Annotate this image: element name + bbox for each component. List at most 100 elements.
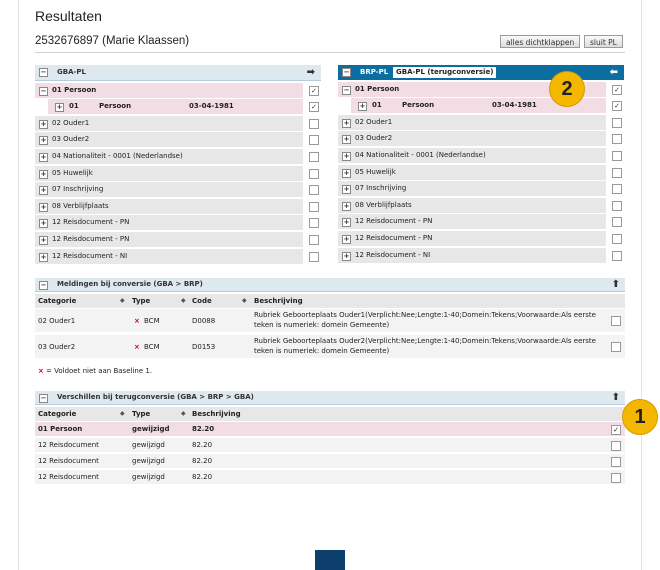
plus-box-icon[interactable]: + [342,135,351,145]
pl-category-row[interactable]: +12 Reisdocument - NI [35,248,321,264]
row-checkbox[interactable] [611,473,621,483]
row-checkbox[interactable] [309,185,319,196]
row-checkbox[interactable] [309,168,319,179]
plus-box-icon[interactable]: + [55,103,64,113]
row-checkbox[interactable] [611,457,621,467]
plus-box-icon[interactable]: + [342,151,351,161]
row-checkbox[interactable] [309,151,319,162]
row-checkbox[interactable] [612,117,622,128]
row-checkbox-checked[interactable]: ✓ [309,102,319,113]
pl-category-row[interactable]: +05 Huwelijk [338,164,624,180]
row-checkbox[interactable] [309,201,319,212]
row-checkbox[interactable] [612,134,622,145]
row-checkbox[interactable] [611,441,621,451]
pl-category-row[interactable]: +07 Inschrijving [338,181,624,197]
pl-category-row[interactable]: +12 Reisdocument - NI [338,247,624,263]
column-header[interactable]: Type [132,407,150,421]
plus-box-icon[interactable]: + [39,152,48,162]
row-checkbox[interactable] [612,217,622,228]
sort-icon[interactable]: ◆ [181,294,186,308]
row-checkbox[interactable] [612,200,622,211]
row-checkbox-checked[interactable]: ✓ [612,101,622,112]
pl-category-row[interactable]: +02 Ouder1 [35,115,321,131]
arrow-up-icon[interactable]: ⬆ [612,391,620,404]
row-checkbox[interactable] [612,184,622,195]
row-checkbox-checked[interactable]: ✓ [612,84,622,95]
column-header[interactable]: Beschrijving [192,407,241,421]
pl-category-row[interactable]: −01 Persoon ✓ [35,82,321,98]
plus-box-icon[interactable]: + [342,201,351,211]
pl-category-row[interactable]: +01 Persoon 03-04-1981 ✓ [35,99,321,115]
row-checkbox[interactable] [612,167,622,178]
pl-category-row[interactable]: +04 Nationaliteit - 0001 (Nederlandse) [338,147,624,163]
sort-icon[interactable]: ◆ [181,407,186,421]
pl-category-row[interactable]: +08 Verblijfplaats [338,197,624,213]
plus-box-icon[interactable]: + [342,218,351,228]
row-checkbox[interactable] [612,233,622,244]
pl-category-row[interactable]: +12 Reisdocument - PN [338,214,624,230]
row-checkbox[interactable] [309,251,319,262]
row-checkbox[interactable] [611,316,621,326]
pl-category-row[interactable]: +12 Reisdocument - PN [338,230,624,246]
row-checkbox-checked[interactable]: ✓ [611,425,621,435]
plus-box-icon[interactable]: + [342,168,351,178]
pl-category-row[interactable]: +12 Reisdocument - PN [35,231,321,247]
plus-box-icon[interactable]: + [342,234,351,244]
pl-category-row[interactable]: +04 Nationaliteit - 0001 (Nederlandse) [35,148,321,164]
table-row[interactable]: 03 Ouder2 × BCM D0153 Rubriek Geboorteplaats… [35,335,625,359]
row-checkbox[interactable] [309,118,319,129]
close-pl-button[interactable]: sluit PL [584,35,623,48]
plus-box-icon[interactable]: + [39,202,48,212]
table-row[interactable]: 01 Persoon gewijzigd 82.20 ✓ [35,422,625,437]
pl-category-row[interactable]: +02 Ouder1 [338,114,624,130]
sort-icon[interactable]: ◆ [120,407,125,421]
pl-category-row[interactable]: +03 Ouder2 [338,131,624,147]
plus-box-icon[interactable]: + [358,102,367,112]
arrow-right-icon[interactable]: ➡ [307,65,315,80]
row-checkbox-checked[interactable]: ✓ [309,85,319,96]
pl-category-row[interactable]: +08 Verblijfplaats [35,198,321,214]
row-checkbox[interactable] [309,234,319,245]
plus-box-icon[interactable]: + [39,186,48,196]
column-header[interactable]: Type [132,294,150,308]
table-row[interactable]: 12 Reisdocument gewijzigd 82.20 [35,470,625,485]
row-checkbox[interactable] [612,150,622,161]
row-checkbox[interactable] [309,135,319,146]
column-header[interactable]: Categorie [38,294,76,308]
arrow-left-icon[interactable]: ⬅ [610,65,618,80]
table-row[interactable]: 02 Ouder1 × BCM D0088 Rubriek Geboorteplaats… [35,309,625,333]
collapse-all-button[interactable]: alles dichtklappen [500,35,581,48]
minus-box-icon[interactable]: − [39,281,48,290]
table-row[interactable]: 12 Reisdocument gewijzigd 82.20 [35,438,625,453]
column-header[interactable]: Categorie [38,407,76,421]
column-header[interactable]: Beschrijving [254,294,303,308]
sort-icon[interactable]: ◆ [120,294,125,308]
plus-box-icon[interactable]: + [39,235,48,245]
pl-category-row[interactable]: +01 Persoon 03-04-1981 ✓ [338,98,624,114]
plus-box-icon[interactable]: + [342,118,351,128]
arrow-up-icon[interactable]: ⬆ [612,278,620,291]
minus-box-icon[interactable]: − [39,68,48,77]
minus-box-icon[interactable]: − [342,68,351,77]
pl-category-row[interactable]: +05 Huwelijk [35,165,321,181]
plus-box-icon[interactable]: + [39,136,48,146]
minus-box-icon[interactable]: − [342,85,351,95]
plus-box-icon[interactable]: + [342,251,351,261]
pl-category-row[interactable]: +07 Inschrijving [35,182,321,198]
minus-box-icon[interactable]: − [39,86,48,96]
plus-box-icon[interactable]: + [39,219,48,229]
plus-box-icon[interactable]: + [342,185,351,195]
row-checkbox[interactable] [309,218,319,229]
tab-terugconversie[interactable]: GBA-PL (terugconversie) [393,67,497,78]
row-checkbox[interactable] [611,342,621,352]
row-checkbox[interactable] [612,250,622,261]
plus-box-icon[interactable]: + [39,169,48,179]
pl-category-row[interactable]: +03 Ouder2 [35,132,321,148]
plus-box-icon[interactable]: + [39,119,48,129]
plus-box-icon[interactable]: + [39,252,48,262]
column-header[interactable]: Code [192,294,212,308]
table-row[interactable]: 12 Reisdocument gewijzigd 82.20 [35,454,625,469]
minus-box-icon[interactable]: − [39,394,48,403]
sort-icon[interactable]: ◆ [242,294,247,308]
pl-category-row[interactable]: +12 Reisdocument - PN [35,215,321,231]
